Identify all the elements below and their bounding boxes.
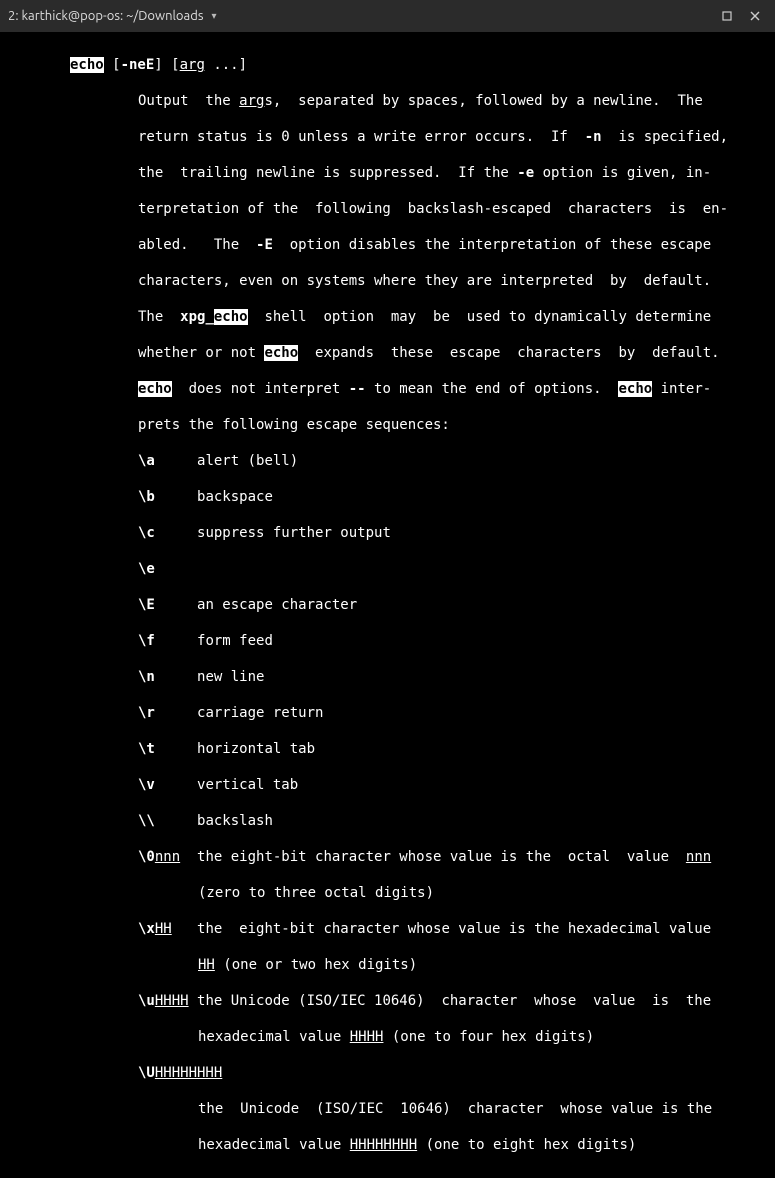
esc-line: \v vertical tab [8,776,767,794]
esc-cont-line: hexadecimal value HHHHHHHH (one to eight… [8,1136,767,1154]
desc-line: Output the args, separated by spaces, fo… [8,92,767,110]
desc-line: whether or not echo expands these escape… [8,344,767,362]
esc-line: \b backspace [8,488,767,506]
esc-line: \r carriage return [8,704,767,722]
esc-line: \e [8,560,767,578]
esc-line: \c suppress further output [8,524,767,542]
desc-line: terpretation of the following backslash-… [8,200,767,218]
esc-cont-line: (zero to three octal digits) [8,884,767,902]
square-icon [722,11,732,21]
chevron-down-icon: ▾ [211,10,216,22]
esc-line: \xHH the eight-bit character whose value… [8,920,767,938]
desc-line: return status is 0 unless a write error … [8,128,767,146]
desc-line: abled. The -E option disables the interp… [8,236,767,254]
terminal-content[interactable]: echo [-neE] [arg ...] Output the args, s… [0,32,775,1178]
window-title: 2: karthick@pop-os: ~/Downloads [8,9,203,23]
window-titlebar: 2: karthick@pop-os: ~/Downloads ▾ [0,0,775,32]
esc-line: \t horizontal tab [8,740,767,758]
esc-line: \uHHHH the Unicode (ISO/IEC 10646) chara… [8,992,767,1010]
cmd-name: echo [70,57,104,73]
esc-line: \n new line [8,668,767,686]
maximize-button[interactable] [715,4,739,28]
esc-line: \a alert (bell) [8,452,767,470]
desc-line: echo does not interpret -- to mean the e… [8,380,767,398]
esc-line: \0nnn the eight-bit character whose valu… [8,848,767,866]
esc-cont-line: HH (one or two hex digits) [8,956,767,974]
desc-line: the trailing newline is suppressed. If t… [8,164,767,182]
close-button[interactable] [743,4,767,28]
window-title-group[interactable]: 2: karthick@pop-os: ~/Downloads ▾ [8,9,217,23]
desc-line: The xpg_echo shell option may be used to… [8,308,767,326]
esc-line: \f form feed [8,632,767,650]
esc-line: \UHHHHHHHH [8,1064,767,1082]
close-icon [750,11,760,21]
desc-line: characters, even on systems where they a… [8,272,767,290]
esc-cont-line: the Unicode (ISO/IEC 10646) character wh… [8,1100,767,1118]
esc-cont-line: hexadecimal value HHHH (one to four hex … [8,1028,767,1046]
desc-line: prets the following escape sequences: [8,416,767,434]
esc-line: \\ backslash [8,812,767,830]
esc-line: \E an escape character [8,596,767,614]
synopsis-line: echo [-neE] [arg ...] [8,56,767,74]
